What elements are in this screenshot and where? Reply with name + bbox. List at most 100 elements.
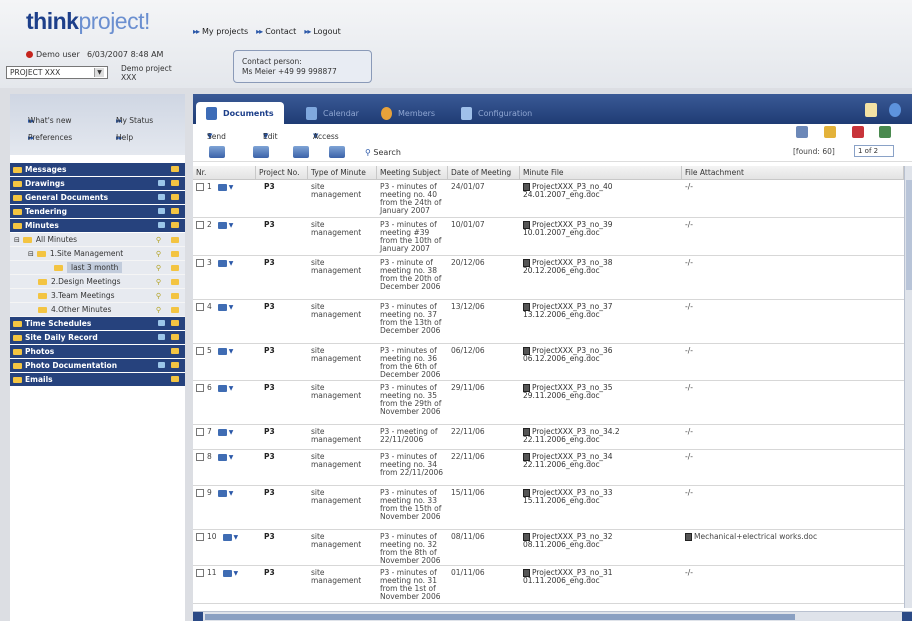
clipboard-icon[interactable] [865,103,877,117]
tab-members[interactable]: Members [371,102,445,124]
horizontal-scrollbar[interactable] [193,611,912,621]
row-checkbox[interactable] [196,384,204,392]
tree-emails[interactable]: Emails [10,373,185,386]
scroll-right-button[interactable] [902,612,912,621]
row-attachment[interactable]: -/- [682,344,904,380]
col-type-of-minute[interactable]: Type of Minute [308,166,377,179]
upload-icon[interactable] [209,146,225,158]
row-minute-file[interactable]: ProjectXXX_P3_no_37 13.12.2006_eng.doc [520,300,682,343]
row-attachment[interactable]: -/- [682,300,904,343]
project-select[interactable]: PROJECT XXX ▼ [6,66,108,79]
document-icon[interactable] [217,384,227,392]
tree-messages[interactable]: Messages [10,163,185,176]
row-attachment[interactable]: -/- [682,180,904,217]
document-icon[interactable] [217,347,227,355]
row-checkbox[interactable] [196,533,204,541]
tree-last-3-month[interactable]: last 3 month ⚲ [10,261,185,275]
table-row[interactable]: 3 ▼ P3 site management P3 - minute of meetin… [193,256,904,300]
row-attachment[interactable]: -/- [682,425,904,449]
col-nr[interactable]: Nr. [193,166,256,179]
row-attachment[interactable]: -/- [682,218,904,255]
col-project-no[interactable]: Project No. [256,166,308,179]
table-row[interactable]: 9 ▼ P3 site management P3 - minutes of meeti… [193,486,904,530]
tab-configuration[interactable]: Configuration [451,102,542,124]
row-checkbox[interactable] [196,183,204,191]
table-row[interactable]: 5 ▼ P3 site management P3 - minutes of meeti… [193,344,904,381]
row-attachment[interactable]: -/- [682,486,904,529]
help-icon[interactable] [889,103,901,117]
chevron-down-icon[interactable]: ▼ [234,570,239,577]
table-row[interactable]: 1 ▼ P3 site management P3 - minutes of meeti… [193,180,904,218]
tree-general-documents[interactable]: General Documents [10,191,185,204]
row-minute-file[interactable]: ProjectXXX_P3_no_34 22.11.2006_eng.doc [520,450,682,485]
tree-minutes[interactable]: Minutes [10,219,185,232]
document-icon[interactable] [217,453,227,461]
row-minute-file[interactable]: ProjectXXX_P3_no_32 08.11.2006_eng.doc [520,530,682,565]
chevron-down-icon[interactable]: ▼ [229,490,234,497]
tree-team-meetings[interactable]: 3.Team Meetings ⚲ [10,289,185,303]
row-attachment[interactable]: -/- [682,381,904,424]
col-file-attachment[interactable]: File Attachment [682,166,904,179]
chevron-down-icon[interactable]: ▼ [229,454,234,461]
document-icon[interactable] [217,489,227,497]
chevron-down-icon[interactable]: ▼ [229,429,234,436]
document-icon[interactable] [217,259,227,267]
vertical-scrollbar[interactable] [904,166,912,608]
row-minute-file[interactable]: ProjectXXX_P3_no_36 06.12.2006_eng.doc [520,344,682,380]
tree-other-minutes[interactable]: 4.Other Minutes ⚲ [10,303,185,317]
table-row[interactable]: 6 ▼ P3 site management P3 - minutes of meeti… [193,381,904,425]
chevron-down-icon[interactable]: ▼ [229,184,234,191]
chevron-down-icon[interactable]: ▼ [229,260,234,267]
chevron-down-icon[interactable]: ▼ [229,348,234,355]
mail-icon[interactable] [293,146,309,158]
page-select[interactable]: 1 of 2 [854,145,894,157]
document-icon[interactable] [217,221,227,229]
row-checkbox[interactable] [196,453,204,461]
row-checkbox[interactable] [196,347,204,355]
tree-all-minutes[interactable]: ⊟ All Minutes ⚲ [10,233,185,247]
copy-icon[interactable] [329,146,345,158]
row-attachment[interactable]: -/- [682,566,904,603]
tree-tendering[interactable]: Tendering [10,205,185,218]
edit-doc-icon[interactable] [253,146,269,158]
row-minute-file[interactable]: ProjectXXX_P3_no_40 24.01.2007_eng.doc [520,180,682,217]
tab-documents[interactable]: Documents [196,102,284,124]
tree-site-daily-record[interactable]: Site Daily Record [10,331,185,344]
col-date-of-meeting[interactable]: Date of Meeting [448,166,520,179]
table-row[interactable]: 11 ▼ P3 site management P3 - minutes of meet… [193,566,904,604]
table-row[interactable]: 4 ▼ P3 site management P3 - minutes of meeti… [193,300,904,344]
tree-photos[interactable]: Photos [10,345,185,358]
export-icon[interactable] [879,126,891,138]
row-checkbox[interactable] [196,259,204,267]
app-logo[interactable]: thinkproject! [26,8,150,35]
document-icon[interactable] [222,533,232,541]
tree-time-schedules[interactable]: Time Schedules [10,317,185,330]
tree-site-management[interactable]: ⊟ 1.Site Management ⚲ [10,247,185,261]
row-minute-file[interactable]: ProjectXXX_P3_no_35 29.11.2006_eng.doc [520,381,682,424]
nav-my-projects[interactable]: ▸▸ My projects [193,27,248,36]
row-minute-file[interactable]: ProjectXXX_P3_no_38 20.12.2006_eng.doc [520,256,682,299]
document-icon[interactable] [217,303,227,311]
row-checkbox[interactable] [196,303,204,311]
tree-design-meetings[interactable]: 2.Design Meetings ⚲ [10,275,185,289]
nav-logout[interactable]: ▸▸ Logout [304,27,340,36]
row-checkbox[interactable] [196,428,204,436]
nav-contact[interactable]: ▸▸ Contact [256,27,296,36]
chevron-down-icon[interactable]: ▼ [229,385,234,392]
chevron-down-icon[interactable]: ▼ [229,222,234,229]
delete-icon[interactable] [852,126,864,138]
document-icon[interactable] [217,183,227,191]
table-row[interactable]: 8 ▼ P3 site management P3 - minutes of meeti… [193,450,904,486]
scroll-left-button[interactable] [193,612,203,621]
search-button[interactable]: ⚲ Search [365,148,401,157]
cursor-icon[interactable] [796,126,808,138]
tree-drawings[interactable]: Drawings [10,177,185,190]
attach-icon[interactable] [824,126,836,138]
document-icon[interactable] [222,569,232,577]
document-icon[interactable] [217,428,227,436]
row-minute-file[interactable]: ProjectXXX_P3_no_33 15.11.2006_eng.doc [520,486,682,529]
chevron-down-icon[interactable]: ▼ [234,534,239,541]
row-attachment[interactable]: Mechanical+electrical works.doc [682,530,904,565]
row-minute-file[interactable]: ProjectXXX_P3_no_39 10.01.2007_eng.doc [520,218,682,255]
chevron-down-icon[interactable]: ▼ [229,304,234,311]
